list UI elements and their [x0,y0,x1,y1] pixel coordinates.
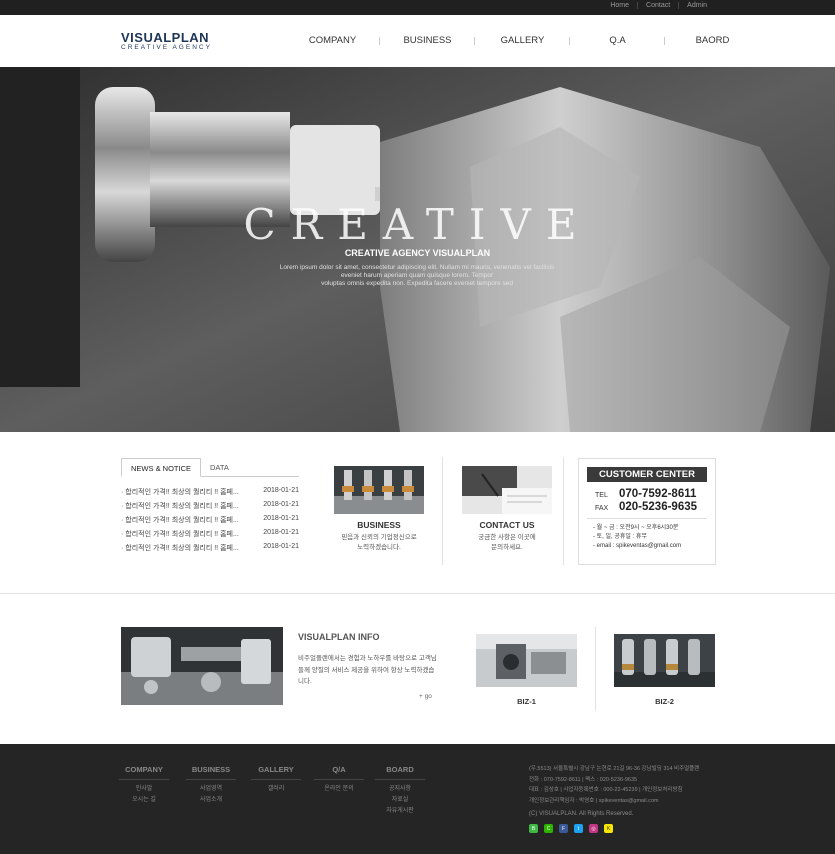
list-item[interactable]: 합리적인 가격!! 최상의 퀄리티 !! 홈페...2018-01-21 [121,487,299,501]
nav-company[interactable]: COMPANY [285,35,380,46]
news-tabs: NEWS & NOTICE DATA [121,458,299,477]
business-card[interactable]: BUSINESS 믿음과 신뢰의 기업정신으로 노력하겠습니다. [333,466,425,553]
business-card-text: 믿음과 신뢰의 기업정신으로 노력하겠습니다. [341,534,417,551]
info-title: VISUALPLAN INFO [298,632,380,642]
kakao-icon[interactable]: K [604,824,613,833]
logo-sub-text: CREATIVE AGENCY [121,44,212,51]
footer-col-company: COMPANY 인사말 오시는 길 [119,765,169,806]
contact-image [462,466,552,514]
footer-copyright: (C) VISUALPLAN. All Rights Reserved. [529,811,634,817]
divider [442,457,443,565]
tel-number[interactable]: 070-7592-8611 [619,488,696,500]
business-image [334,466,424,514]
list-item[interactable]: 합리적인 가격!! 최상의 퀄리티 !! 홈페...2018-01-21 [121,515,299,529]
customer-email: - email : spikeventas@gmail.com [593,543,682,549]
nav-board[interactable]: BAORD [665,35,760,46]
list-item[interactable]: 합리적인 가격!! 최상의 퀄리티 !! 홈페...2018-01-21 [121,501,299,515]
divider [595,627,596,711]
list-item[interactable]: 합리적인 가격!! 최상의 퀄리티 !! 홈페...2018-01-21 [121,543,299,557]
site-header: VISUALPLAN CREATIVE AGENCY COMPANY BUSIN… [0,15,835,67]
hero-title: CREATIVE [243,200,592,249]
customer-center: CUSTOMER CENTER TEL 070-7592-8611 FAX 020-… [578,458,716,565]
twitter-icon[interactable]: t [574,824,583,833]
footer-link[interactable]: 오시는 길 [119,795,169,806]
biz-2-label: BIZ-2 [655,697,674,706]
nav-qa[interactable]: Q.A [570,35,665,46]
hero-description: Lorem ipsum dolor sit amet, consectetur … [279,264,555,287]
biz-2-card[interactable]: BIZ-2 [614,634,715,706]
customer-center-title: CUSTOMER CENTER [587,467,707,482]
admin-link[interactable]: Admin [678,2,715,9]
tab-data[interactable]: DATA [201,458,238,476]
info-image [121,627,283,705]
info-text: 비주얼플랜에서는 경험과 노하우를 바탕으로 고객님들께 양질의 서비스 제공을… [298,655,437,685]
footer-social-icons: B C F t ◎ K [529,824,619,833]
blog-icon[interactable]: B [529,824,538,833]
footer-link[interactable]: 인사말 [119,784,169,795]
fax-number: 020-5236-9635 [619,501,698,513]
footer-col-board: BOARD 공지사항 자료실 자유게시판 [375,765,425,817]
footer-link[interactable]: 자료실 [375,795,425,806]
tab-news-notice[interactable]: NEWS & NOTICE [121,458,202,477]
logo-main-text: VISUALPLAN [121,30,210,45]
customer-hours: - 월 ~ 금 : 오전9시 ~ 오후6시30분 - 토, 일, 공휴일 : 휴… [593,524,715,551]
footer-link[interactable]: 공지사항 [375,784,425,795]
biz-1-image [476,634,577,687]
info-more-link[interactable]: + go [419,693,432,700]
biz-1-card[interactable]: BIZ-1 [476,634,577,706]
hero-banner: CREATIVE CREATIVE AGENCY VISUALPLAN Lore… [0,67,835,432]
site-logo[interactable]: VISUALPLAN CREATIVE AGENCY [121,31,212,52]
contact-card[interactable]: CONTACT US 궁금한 사항은 이곳에 문의하세요. [461,466,553,553]
footer-link[interactable]: 사업영역 [186,784,236,795]
biz-2-image [614,634,715,687]
nav-business[interactable]: BUSINESS [380,35,475,46]
middle-section: NEWS & NOTICE DATA 합리적인 가격!! 최상의 퀄리티 !! … [0,432,835,594]
footer-col-gallery: GALLERY 갤러리 [251,765,301,795]
top-utility-bar: Home Contact Admin [0,0,835,15]
home-link[interactable]: Home [602,2,637,9]
info-section: VISUALPLAN INFO 비주얼플랜에서는 경험과 노하우를 바탕으로 고… [0,595,835,744]
news-list: 합리적인 가격!! 최상의 퀄리티 !! 홈페...2018-01-21 합리적… [121,487,299,557]
contact-link[interactable]: Contact [637,2,678,9]
divider [587,518,707,519]
footer-col-business: BUSINESS 사업영역 사업소개 [186,765,236,806]
fax-row: FAX 020-5236-9635 [595,501,698,513]
hero-subtitle: CREATIVE AGENCY VISUALPLAN [344,248,491,258]
nav-gallery[interactable]: GALLERY [475,35,570,46]
site-footer: COMPANY 인사말 오시는 길 BUSINESS 사업영역 사업소개 GALLE… [0,744,835,854]
footer-link[interactable]: 사업소개 [186,795,236,806]
divider [563,457,564,565]
instagram-icon[interactable]: ◎ [589,824,598,833]
footer-col-qa: Q/A 온라인 문의 [314,765,364,795]
contact-card-text: 궁금한 사항은 이곳에 문의하세요. [478,534,536,551]
tel-row: TEL 070-7592-8611 [595,488,697,500]
biz-1-label: BIZ-1 [517,697,536,706]
footer-link[interactable]: 온라인 문의 [314,784,364,795]
utility-links: Home Contact Admin [602,2,715,9]
footer-link[interactable]: 자유게시판 [375,806,425,817]
list-item[interactable]: 합리적인 가격!! 최상의 퀄리티 !! 홈페...2018-01-21 [121,529,299,543]
main-nav: COMPANY BUSINESS GALLERY Q.A BAORD [285,35,760,46]
cafe-icon[interactable]: C [544,824,553,833]
news-widget: NEWS & NOTICE DATA 합리적인 가격!! 최상의 퀄리티 !! … [121,458,299,557]
facebook-icon[interactable]: F [559,824,568,833]
footer-link[interactable]: 갤러리 [251,784,301,795]
footer-address: (우.5513) 서울특별시 강남구 논현로 21길 96-36 강남빌딩 31… [529,766,700,804]
business-card-title: BUSINESS [357,520,401,530]
contact-card-title: CONTACT US [479,520,535,530]
